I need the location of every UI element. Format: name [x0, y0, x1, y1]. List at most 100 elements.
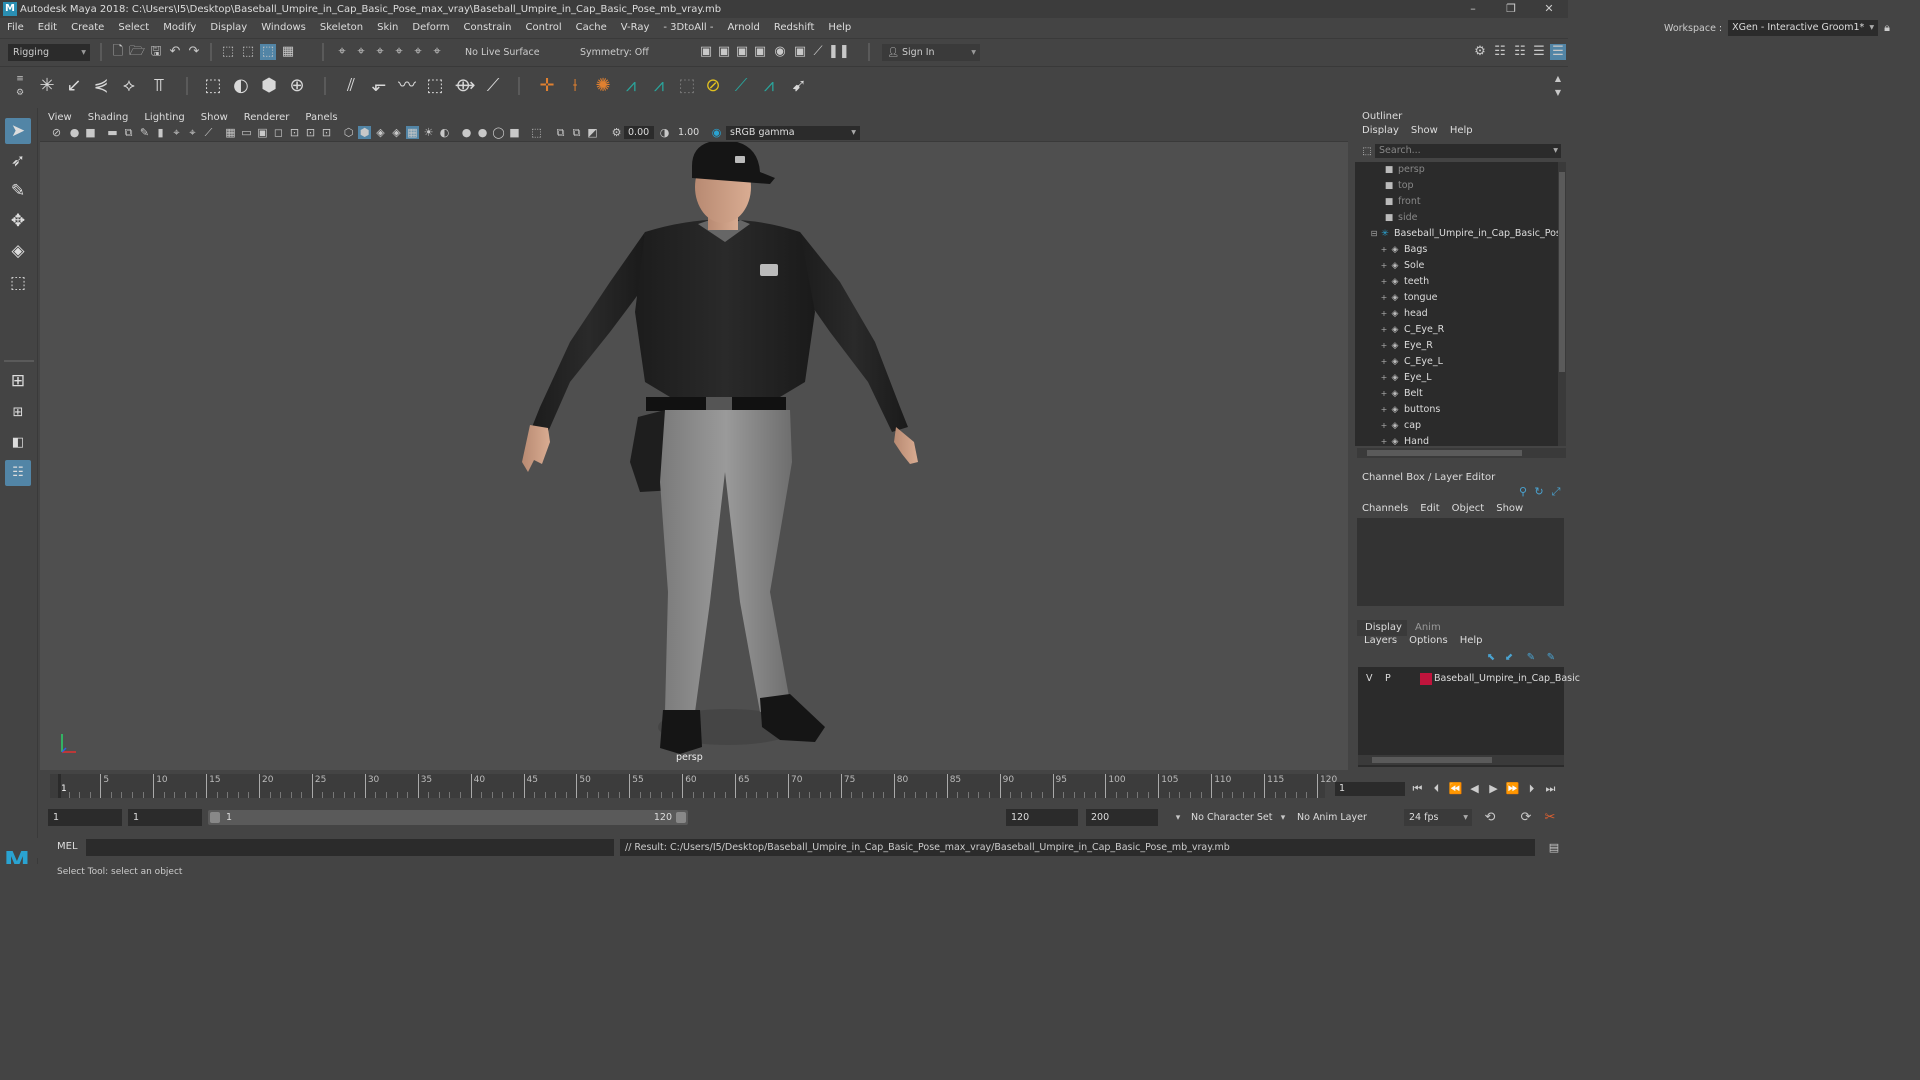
2d-pan-zoom-icon[interactable]: ⧉	[122, 126, 135, 139]
viewport-menu-shading[interactable]: Shading	[80, 112, 137, 123]
tree-item-mesh[interactable]: + ◈ head	[1379, 306, 1428, 322]
umpire-character-model[interactable]	[470, 142, 930, 767]
script-editor-icon[interactable]: ▤	[1546, 840, 1562, 856]
outliner-menu-help[interactable]: Help	[1450, 125, 1473, 136]
character-set-field[interactable]: No Character Set	[1186, 809, 1282, 826]
rotate-tool-icon[interactable]: ◈	[5, 238, 31, 264]
layer-playback-toggle[interactable]: P	[1385, 671, 1391, 687]
tree-item-mesh[interactable]: + ◈ teeth	[1379, 274, 1430, 290]
ipr-render-icon[interactable]: ▣	[734, 44, 750, 60]
grid-icon[interactable]: ▦	[224, 126, 237, 139]
expand-icon[interactable]: +	[1379, 322, 1389, 338]
snap-grid-icon[interactable]: ⌖	[334, 44, 350, 60]
cluster-icon[interactable]: ⫽	[340, 75, 362, 97]
auto-key-icon[interactable]: ⟳	[1518, 810, 1534, 826]
outliner-menu-show[interactable]: Show	[1411, 125, 1438, 136]
restore-button[interactable]: ❐	[1492, 0, 1530, 18]
tree-item-mesh[interactable]: + ◈ tongue	[1379, 290, 1438, 306]
exposure-icon[interactable]: ⚙	[610, 126, 623, 139]
menu-control[interactable]: Control	[518, 22, 568, 33]
xray-joints-icon[interactable]: ⧉	[554, 126, 567, 139]
tree-item-mesh[interactable]: + ◈ Eye_L	[1379, 370, 1432, 386]
render-frame-icon[interactable]: ▣	[716, 44, 732, 60]
menu-skin[interactable]: Skin	[370, 22, 405, 33]
tree-item-mesh[interactable]: + ◈ Eye_R	[1379, 338, 1433, 354]
tree-item-camera[interactable]: ■ persp	[1383, 162, 1425, 178]
step-forward-key-icon[interactable]: ⏩	[1505, 781, 1520, 796]
render-settings-icon[interactable]: ▣	[752, 44, 768, 60]
aim-constraint-icon[interactable]: ⟊	[564, 75, 586, 97]
film-gate-icon[interactable]: ▭	[240, 126, 253, 139]
render-view-icon[interactable]: ▣	[698, 44, 714, 60]
select-tool-icon[interactable]: ➤	[5, 118, 31, 144]
sign-in-button[interactable]: 👤︎ Sign In ▾	[882, 44, 980, 61]
tree-item-mesh[interactable]: + ◈ C_Eye_R	[1379, 322, 1445, 338]
vray-ipr-icon[interactable]: ⟋	[810, 44, 826, 60]
vray-render-icon[interactable]: ▣	[792, 44, 808, 60]
ik-handle-icon[interactable]: ↙	[63, 75, 85, 97]
expand-icon[interactable]: +	[1379, 386, 1389, 402]
redo-icon[interactable]: ↷	[186, 44, 202, 60]
timeline-ruler[interactable]: 1 5 10 15 20 25 30 35 40 45 50 55 60 65 70 75 80 85 90 95 10…	[50, 774, 1337, 798]
nonlinear-icon[interactable]: ⬚	[424, 75, 446, 97]
menu-arnold[interactable]: Arnold	[720, 22, 766, 33]
tree-item-mesh[interactable]: + ◈ Hand	[1379, 434, 1429, 446]
outliner-search-input[interactable]: Search... ▾	[1375, 144, 1561, 158]
range-slider[interactable]: 1 120	[208, 810, 688, 825]
channelbox-menu-channels[interactable]: Channels	[1362, 503, 1408, 514]
animation-prefs-icon[interactable]: ✂	[1542, 810, 1558, 826]
expand-icon[interactable]: +	[1379, 434, 1389, 446]
outliner-menu-display[interactable]: Display	[1362, 125, 1399, 136]
gamma-icon[interactable]: ◑	[658, 126, 671, 139]
move-layer-down-icon[interactable]: ⬋	[1501, 650, 1517, 666]
select-object-icon[interactable]: ⬚	[240, 44, 256, 60]
command-input[interactable]	[86, 839, 614, 856]
snap-curve-icon[interactable]: ⌖	[353, 44, 369, 60]
range-end-handle[interactable]	[676, 812, 686, 823]
save-scene-icon[interactable]: 🖫	[148, 44, 164, 60]
go-to-end-icon[interactable]: ⏭	[1543, 781, 1558, 796]
bookmark-icon[interactable]: ■	[84, 126, 97, 139]
animation-end-field[interactable]: 200	[1086, 809, 1158, 826]
four-view-icon[interactable]: ⊞	[5, 400, 31, 426]
viewport-menu-lighting[interactable]: Lighting	[136, 112, 192, 123]
menu-skeleton[interactable]: Skeleton	[313, 22, 370, 33]
expand-icon[interactable]: +	[1379, 306, 1389, 322]
resolution-gate-icon[interactable]: ⌖	[186, 126, 199, 139]
symmetry-dropdown[interactable]: Symmetry: Off	[575, 44, 660, 61]
parent-constraint-icon[interactable]: ⩘	[620, 75, 642, 97]
locator-icon[interactable]: ⊘	[702, 75, 724, 97]
layer-horizontal-scrollbar[interactable]	[1358, 755, 1564, 765]
xray-icon[interactable]: ◐	[438, 126, 451, 139]
persp-outliner-icon[interactable]: ◧	[5, 430, 31, 456]
channel-settings-icon[interactable]: ⤢	[1548, 484, 1564, 500]
range-start-handle[interactable]	[210, 812, 220, 823]
outliner-horizontal-scrollbar[interactable]	[1357, 448, 1566, 458]
frame-icon[interactable]: ▮	[154, 126, 167, 139]
quick-rig-icon[interactable]: ⩘	[758, 75, 780, 97]
script-language-toggle[interactable]: MEL	[57, 841, 78, 852]
new-layer-icon[interactable]: ✎	[1523, 650, 1539, 666]
tab-display[interactable]: Display	[1357, 620, 1407, 636]
single-perspective-icon[interactable]: ⊞	[5, 368, 31, 394]
channel-box-toggle-icon[interactable]: ☰	[1531, 44, 1547, 60]
tree-item-mesh[interactable]: + ◈ C_Eye_L	[1379, 354, 1443, 370]
snap-surface-icon[interactable]: ⌖	[410, 44, 426, 60]
layer-visibility-toggle[interactable]: V	[1366, 671, 1373, 687]
xray-active-icon[interactable]: ⧉	[570, 126, 583, 139]
backface-icon[interactable]: ◩	[586, 126, 599, 139]
layer-menu-layers[interactable]: Layers	[1364, 635, 1397, 646]
hik-icon[interactable]: ⟋	[730, 75, 752, 97]
layer-menu-options[interactable]: Options	[1409, 635, 1448, 646]
modeling-toolkit-icon[interactable]: ⚙	[1472, 44, 1488, 60]
isolate-icon[interactable]: ⊡	[320, 126, 333, 139]
depth-of-field-icon[interactable]: ■	[508, 126, 521, 139]
hypershade-icon[interactable]: ◉	[772, 44, 788, 60]
isolate-select-icon[interactable]: ⬚	[530, 126, 543, 139]
select-camera-icon[interactable]: ⊘	[50, 126, 63, 139]
channel-refresh-icon[interactable]: ↻	[1531, 484, 1547, 500]
expand-icon[interactable]: +	[1379, 258, 1389, 274]
animation-start-field[interactable]: 1	[48, 809, 122, 826]
undo-icon[interactable]: ↶	[167, 44, 183, 60]
live-surface-field[interactable]: No Live Surface	[460, 44, 545, 61]
